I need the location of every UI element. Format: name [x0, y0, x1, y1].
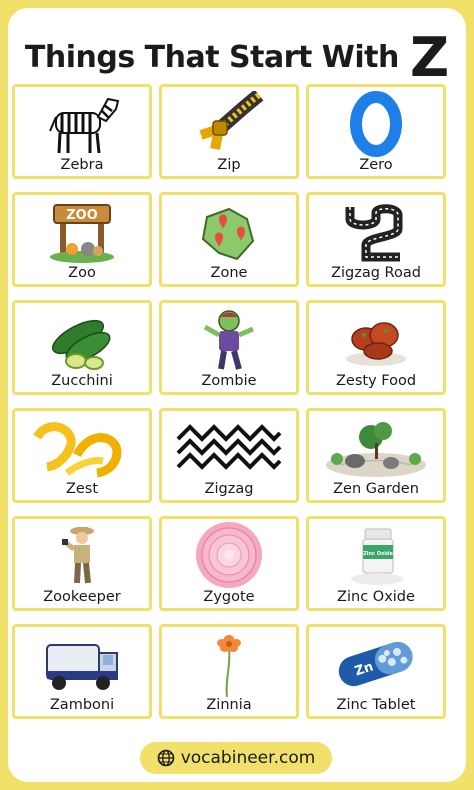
zinc-tablet-capsule-icon: Zn: [338, 641, 413, 687]
zebra-icon: [49, 97, 120, 154]
zoo-gate-icon: ZOO: [50, 204, 114, 263]
zookeeper-icon: [62, 527, 94, 584]
vocab-card: Zinnia: [159, 624, 299, 719]
lemon-zest-icon: [33, 422, 122, 478]
zamboni-icon: [46, 644, 118, 690]
footer-text[interactable]: vocabineer.com: [181, 748, 316, 768]
zombie-icon: [203, 310, 254, 370]
vocab-label: Zucchini: [51, 373, 113, 389]
vocab-card: Zombie: [159, 300, 299, 395]
vocab-card: Zest: [12, 408, 152, 503]
zoo-sign-text: ZOO: [66, 208, 98, 223]
vocab-label: Zinc Tablet: [336, 697, 416, 713]
zone-map-icon: [201, 207, 255, 261]
vocab-label: Zone: [210, 265, 248, 281]
vocab-label: Zesty Food: [335, 373, 417, 389]
vocab-label: Zest: [65, 481, 99, 497]
vocab-label: Zombie: [201, 373, 257, 389]
zero-digit-icon: [350, 91, 402, 157]
title-letter: Z: [409, 26, 450, 89]
zygote-cell-icon: [196, 522, 262, 588]
vocab-card: Zygote: [159, 516, 299, 611]
vocab-label: Zygote: [203, 589, 255, 605]
vocab-card: Zookeeper: [12, 516, 152, 611]
zinc-oxide-jar-text: Zinc Oxide: [363, 551, 393, 557]
zinc-oxide-jar-icon: Zinc Oxide: [351, 528, 403, 585]
title-text: Things That Start With: [24, 40, 399, 75]
zigzag-road-icon: [345, 204, 403, 262]
vocab-card: Zip: [159, 84, 299, 179]
vocab-card: ZOO Zoo: [12, 192, 152, 287]
globe-icon: [157, 749, 175, 767]
vocab-grid: Zebra Zip Zero ZOO Zoo Zone Zigzag Road …: [12, 84, 446, 719]
vocab-label: Zero: [359, 157, 393, 173]
vocab-label: Zigzag: [204, 481, 254, 497]
vocab-card: Zen Garden: [306, 408, 446, 503]
vocab-card: Zebra: [12, 84, 152, 179]
zesty-food-icon: [346, 322, 406, 366]
vocab-label: Zip: [217, 157, 241, 173]
zucchini-icon: [51, 319, 111, 370]
vocab-card: Zone: [159, 192, 299, 287]
vocab-label: Zoo: [68, 265, 96, 281]
zinnia-flower-icon: [217, 635, 241, 697]
vocab-label: Zigzag Road: [331, 265, 421, 281]
vocab-card: Zigzag Road: [306, 192, 446, 287]
vocab-card: Zn Zinc Tablet: [306, 624, 446, 719]
zipper-icon: [199, 91, 264, 150]
vocab-card: Zucchini: [12, 300, 152, 395]
zigzag-lines-icon: [176, 424, 282, 470]
vocab-label: Zen Garden: [333, 481, 419, 497]
vocab-label: Zamboni: [49, 697, 115, 713]
footer-link[interactable]: vocabineer.com: [140, 742, 332, 774]
vocab-card: Zinc Oxide Zinc Oxide: [306, 516, 446, 611]
page-title: Things That Start With Z: [8, 26, 466, 89]
vocab-card: Zesty Food: [306, 300, 446, 395]
vocab-card: Zigzag: [159, 408, 299, 503]
vocab-label: Zinc Oxide: [337, 589, 415, 605]
vocab-card: Zero: [306, 84, 446, 179]
vocab-card: Zamboni: [12, 624, 152, 719]
vocab-label: Zinnia: [206, 697, 252, 713]
vocab-label: Zebra: [60, 157, 104, 173]
zen-garden-icon: [326, 422, 426, 477]
vocab-label: Zookeeper: [43, 589, 121, 605]
